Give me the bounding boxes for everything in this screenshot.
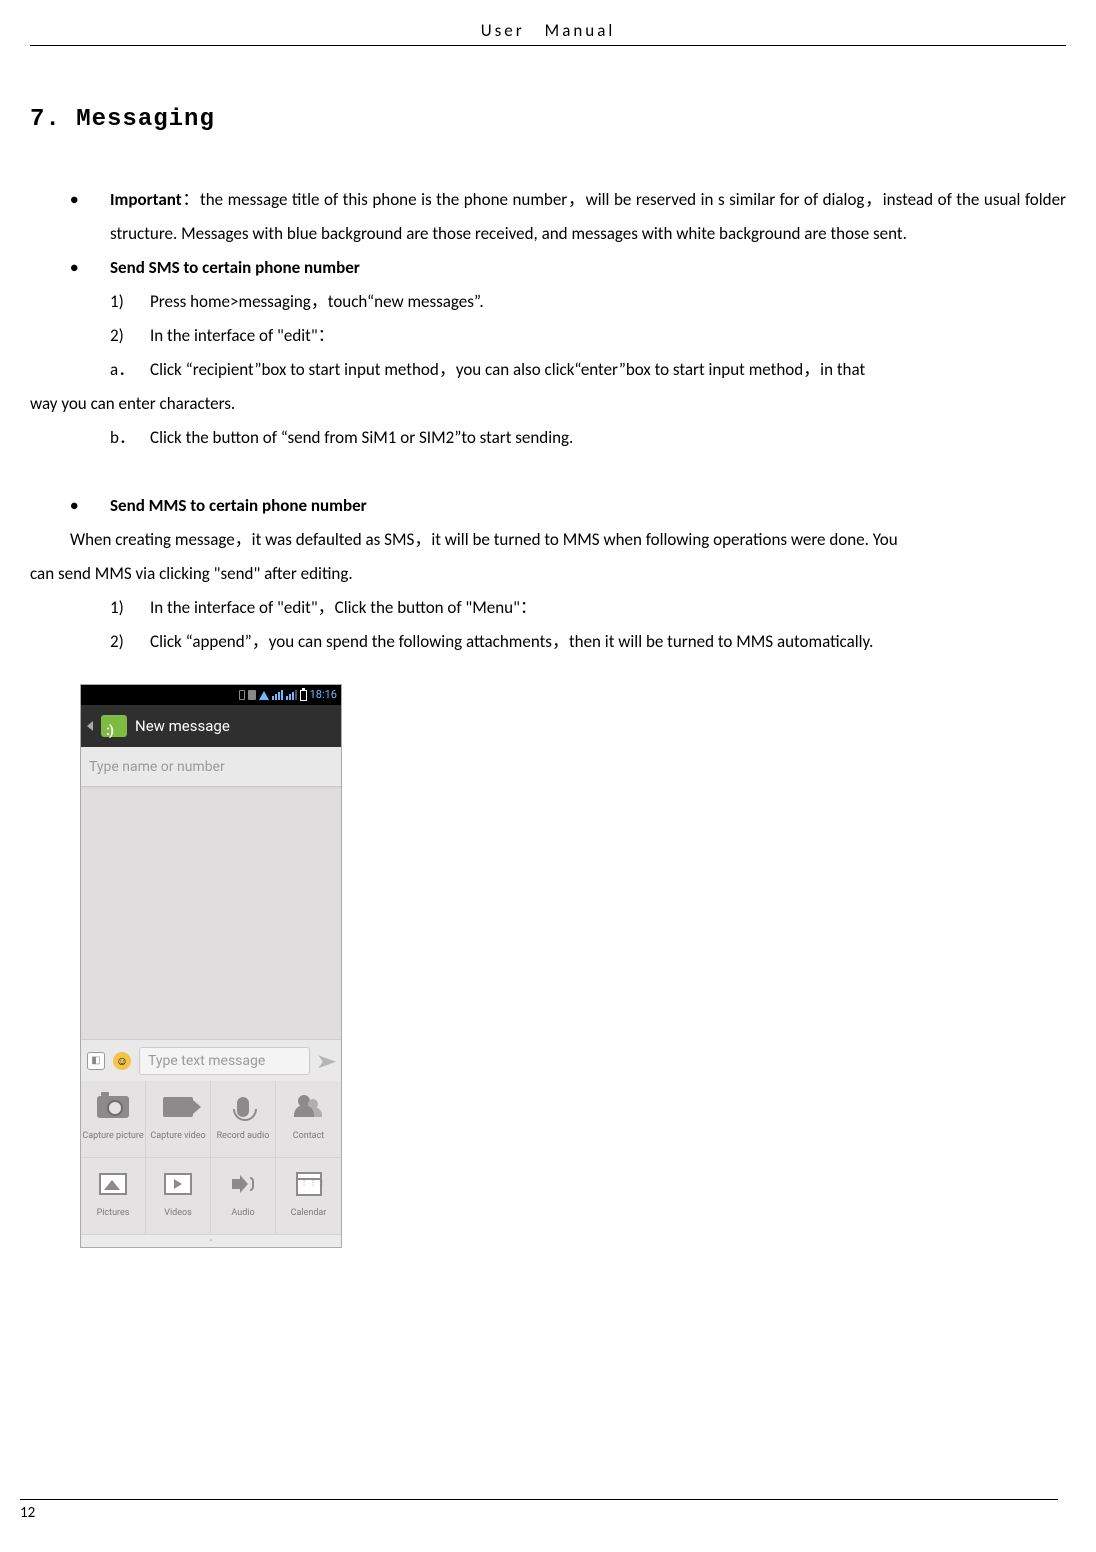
sms-sub-a-text: Click “recipient”box to start input meth… (150, 353, 1066, 387)
calendar-icon (296, 1172, 322, 1196)
section-number: 7. (30, 106, 61, 133)
bullet-send-sms: ● Send SMS to certain phone number (30, 251, 1066, 285)
attachment-grid: Capture picture Capture video Record aud… (81, 1081, 341, 1235)
section-title: 7. Messaging (30, 106, 1066, 133)
app-bar-title: New message (135, 711, 230, 741)
sms-step-1: 1) Press home>messaging，touch“new messag… (30, 285, 1066, 319)
status-clock: 18:16 (310, 684, 337, 706)
signal-icon (272, 690, 283, 700)
attach-pictures[interactable]: Pictures (81, 1158, 146, 1235)
status-bar: 18:16 (81, 685, 341, 705)
mms-step-1-text: In the interface of "edit"，Click the but… (150, 591, 1066, 625)
sms-sub-b-text: Click the button of “send from SiM1 or S… (150, 421, 1066, 455)
attach-label: Audio (231, 1204, 254, 1222)
attach-label: Calendar (291, 1204, 327, 1222)
bullet-important: ● Important：the message title of this ph… (30, 183, 1066, 251)
content-body: ● Important：the message title of this ph… (30, 183, 1066, 1248)
sms-step-2: 2) In the interface of "edit"： (30, 319, 1066, 353)
list-number: 1) (110, 285, 150, 319)
signal-icon-2 (286, 690, 297, 700)
emoji-icon[interactable]: ☺ (113, 1052, 131, 1070)
bullet-icon: ● (70, 251, 110, 285)
send-sms-title: Send SMS to certain phone number (110, 251, 1066, 285)
attach-videos[interactable]: Videos (146, 1158, 211, 1235)
microphone-icon (237, 1097, 249, 1117)
bullet-send-mms: ● Send MMS to certain phone number (30, 489, 1066, 523)
attach-calendar[interactable]: Calendar (276, 1158, 341, 1235)
picture-icon (99, 1173, 127, 1195)
compose-row: ◧ ☺ Type text message ➤ (81, 1039, 341, 1081)
speaker-icon (232, 1173, 254, 1195)
page-indicator: • (81, 1235, 341, 1247)
list-number: 2) (110, 319, 150, 353)
attach-capture-video[interactable]: Capture video (146, 1081, 211, 1158)
sms-step-1-text: Press home>messaging，touch“new messages”… (150, 285, 1066, 319)
back-icon[interactable] (87, 721, 93, 731)
important-text: ：the message title of this phone is the … (110, 189, 1066, 244)
recipient-input[interactable]: Type name or number (81, 747, 341, 787)
wifi-icon (259, 691, 269, 700)
sms-sub-a: a． Click “recipient”box to start input m… (30, 353, 1066, 387)
camera-icon (97, 1096, 129, 1118)
recipient-placeholder: Type name or number (89, 753, 225, 781)
battery-icon (300, 690, 307, 701)
list-number: 1) (110, 591, 150, 625)
sdcard-icon (239, 690, 245, 700)
page-number: 12 (20, 1499, 1058, 1522)
phone-screenshot: 18:16 New message Type name or number ◧ … (80, 684, 342, 1248)
list-number: 2) (110, 625, 150, 659)
bullet-icon: ● (70, 183, 110, 217)
attach-label: Capture picture (82, 1127, 143, 1145)
attach-label: Pictures (97, 1204, 130, 1222)
attach-audio[interactable]: Audio (211, 1158, 276, 1235)
message-body-area (81, 787, 341, 1039)
video-camera-icon (163, 1097, 193, 1117)
list-letter: b． (110, 421, 150, 455)
sim-select-icon[interactable]: ◧ (87, 1052, 105, 1070)
section-name: Messaging (76, 106, 215, 133)
usb-icon (248, 690, 256, 700)
compose-placeholder: Type text message (148, 1047, 265, 1075)
video-file-icon (164, 1173, 192, 1195)
send-mms-title: Send MMS to certain phone number (110, 489, 1066, 523)
mms-step-2-text: Click “append”，you can spend the followi… (150, 625, 1066, 659)
list-letter: a． (110, 353, 150, 387)
compose-input[interactable]: Type text message (139, 1047, 310, 1075)
mms-step-2: 2) Click “append”，you can spend the foll… (30, 625, 1066, 659)
attach-record-audio[interactable]: Record audio (211, 1081, 276, 1158)
important-label: Important (110, 189, 182, 210)
attach-capture-picture[interactable]: Capture picture (81, 1081, 146, 1158)
attach-label: Record audio (217, 1127, 270, 1145)
sms-sub-a-cont: way you can enter characters. (30, 387, 1066, 421)
bullet-icon: ● (70, 489, 110, 523)
contact-icon (294, 1095, 324, 1119)
attach-label: Videos (164, 1204, 192, 1222)
attach-contact[interactable]: Contact (276, 1081, 341, 1158)
attach-label: Contact (293, 1127, 324, 1145)
document-header: User Manual (30, 20, 1066, 46)
mms-step-1: 1) In the interface of "edit"，Click the … (30, 591, 1066, 625)
mms-intro-line1: When creating message，it was defaulted a… (30, 523, 1066, 557)
send-icon[interactable]: ➤ (316, 1041, 338, 1081)
mms-intro-line2: can send MMS via clicking "send" after e… (30, 557, 1066, 591)
app-bar: New message (81, 705, 341, 747)
attach-label: Capture video (150, 1127, 205, 1145)
messaging-app-icon (101, 715, 127, 737)
sms-sub-b: b． Click the button of “send from SiM1 o… (30, 421, 1066, 455)
sms-step-2-text: In the interface of "edit"： (150, 319, 1066, 353)
